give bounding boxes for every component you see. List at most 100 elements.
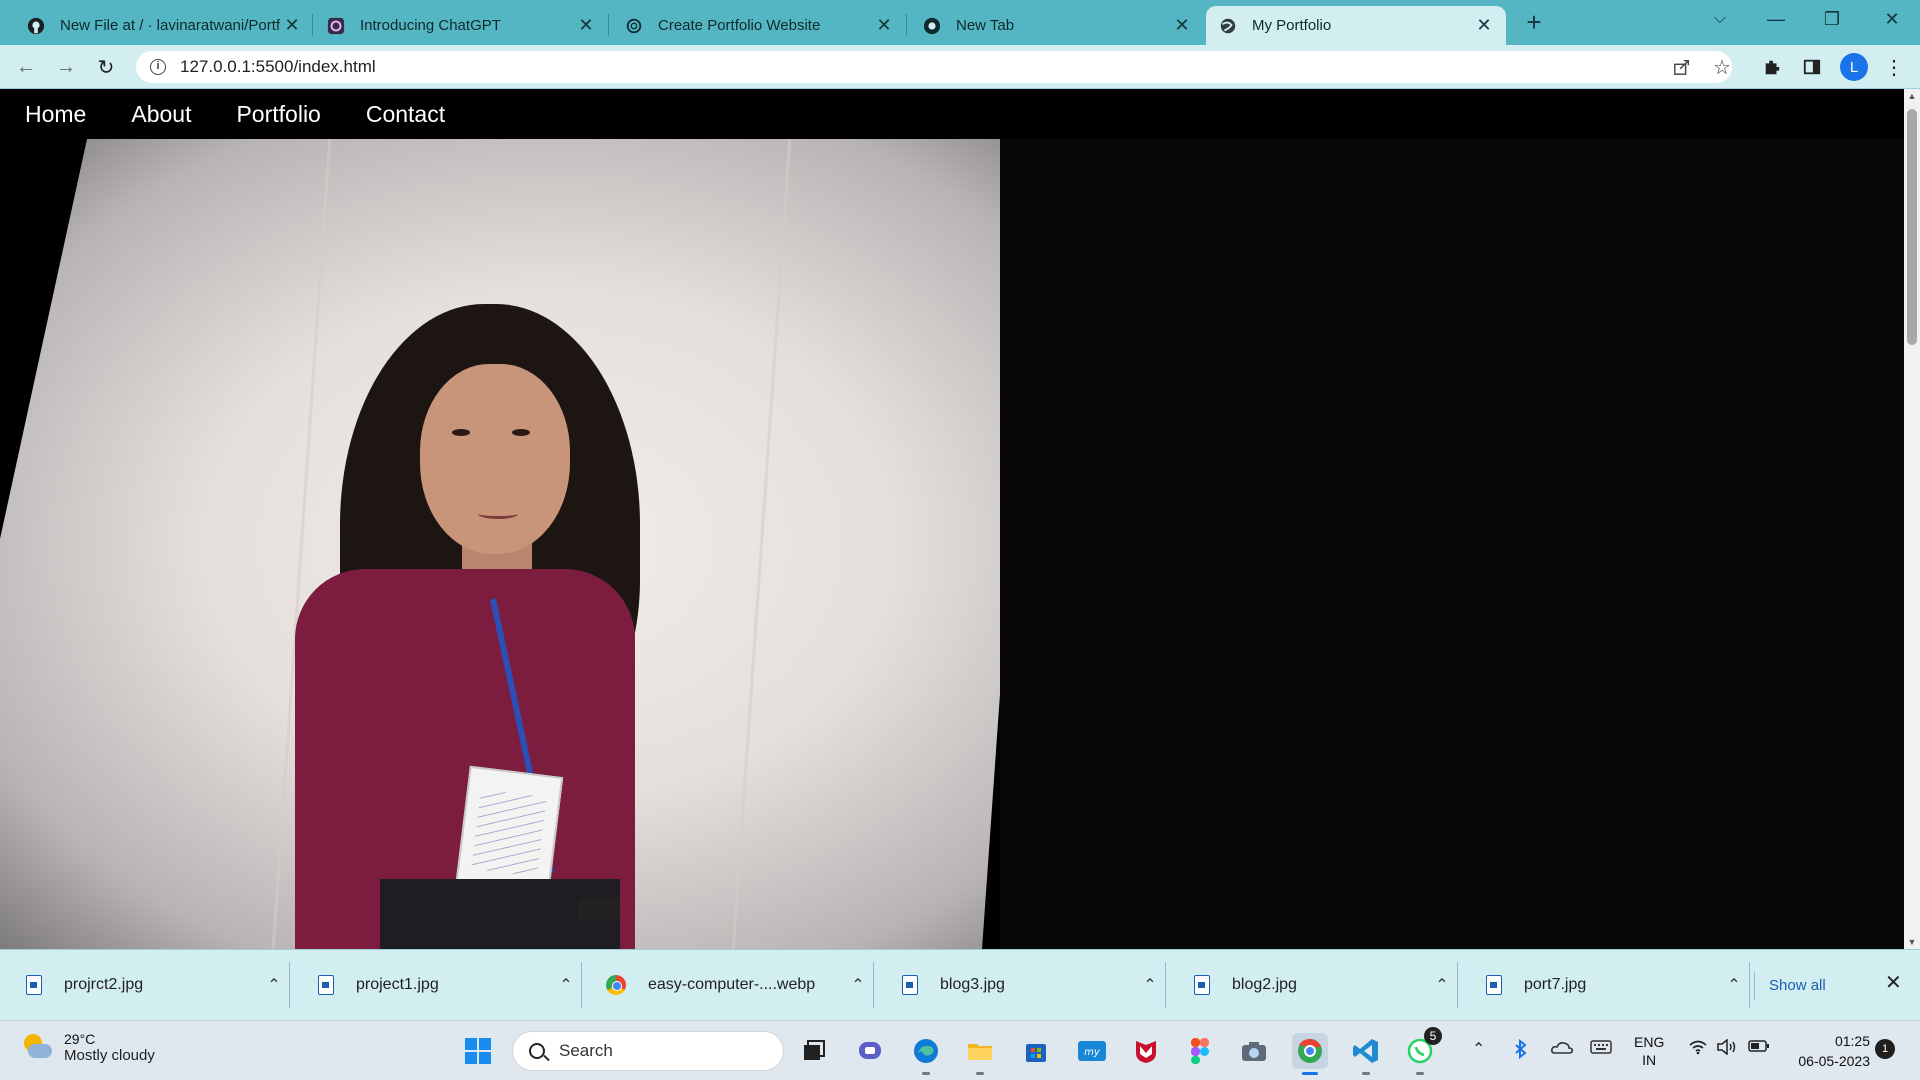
bluetooth-icon[interactable] (1514, 1038, 1528, 1064)
photo-eye (452, 429, 470, 436)
back-button[interactable]: ← (12, 53, 40, 81)
photo-face (420, 364, 570, 554)
photo-eye (512, 429, 530, 436)
nav-link-portfolio[interactable]: Portfolio (236, 101, 320, 128)
scroll-up-arrow-icon[interactable]: ▲ (1904, 91, 1920, 101)
image-file-icon (26, 975, 42, 995)
download-item[interactable]: easy-computer-....webp ⌃ (584, 962, 874, 1008)
chevron-up-icon[interactable]: ⌃ (1719, 975, 1749, 995)
download-item[interactable]: port7.jpg ⌃ (1460, 962, 1750, 1008)
tab-divider (906, 14, 907, 36)
restore-button[interactable]: ❐ (1804, 0, 1860, 40)
tab-create-portfolio[interactable]: Create Portfolio Website ✕ (612, 6, 906, 45)
hero-profile-photo (0, 139, 1000, 949)
download-item[interactable]: projrct2.jpg ⌃ (0, 962, 290, 1008)
camera-icon[interactable] (1236, 1033, 1272, 1069)
tab-chatgpt[interactable]: Introducing ChatGPT ✕ (314, 6, 608, 45)
partly-cloudy-icon (20, 1032, 52, 1064)
windows-start-icon[interactable] (460, 1033, 496, 1069)
onedrive-cloud-icon[interactable] (1550, 1039, 1574, 1060)
menu-kebab-icon[interactable]: ⋮ (1880, 53, 1908, 81)
running-indicator (1302, 1072, 1318, 1075)
chevron-up-icon[interactable]: ⌃ (259, 975, 289, 995)
photo-mouth (478, 509, 518, 519)
myhp-icon[interactable]: my (1074, 1033, 1110, 1069)
download-item[interactable]: blog2.jpg ⌃ (1168, 962, 1458, 1008)
share-icon[interactable] (1668, 53, 1696, 81)
download-item[interactable]: blog3.jpg ⌃ (876, 962, 1166, 1008)
running-indicator (1362, 1072, 1370, 1075)
mcafee-icon[interactable] (1128, 1033, 1164, 1069)
close-tab-icon[interactable]: ✕ (874, 15, 894, 36)
tab-github[interactable]: New File at / · lavinaratwani/Portf ✕ (14, 6, 314, 45)
chevron-up-icon[interactable]: ⌃ (843, 975, 873, 995)
nav-link-home[interactable]: Home (25, 101, 86, 128)
language-indicator[interactable]: ENG IN (1634, 1033, 1664, 1069)
reload-button[interactable]: ↻ (92, 53, 120, 81)
address-bar[interactable]: i 127.0.0.1:5500/index.html (136, 51, 1732, 83)
whatsapp-icon[interactable]: 5 (1402, 1027, 1442, 1075)
search-icon (529, 1043, 545, 1059)
system-clock[interactable]: 01:25 06-05-2023 (1788, 1031, 1870, 1071)
browser-toolbar: ← → ↻ i 127.0.0.1:5500/index.html ☆ L ⋮ (0, 45, 1920, 89)
tab-my-portfolio[interactable]: My Portfolio ✕ (1206, 6, 1506, 45)
wifi-icon[interactable] (1688, 1039, 1708, 1060)
github-icon (26, 16, 46, 36)
chrome-taskbar-icon[interactable] (1292, 1033, 1328, 1075)
keyboard-icon[interactable] (1590, 1039, 1612, 1060)
chrome-icon (922, 16, 942, 36)
whatsapp-unread-badge: 5 (1424, 1027, 1442, 1045)
running-indicator (1416, 1072, 1424, 1075)
volume-icon[interactable] (1716, 1038, 1738, 1060)
page-viewport: Home About Portfolio Contact (0, 89, 1904, 949)
weather-widget[interactable]: 29°C Mostly cloudy (20, 1031, 155, 1064)
show-hidden-icons-chevron-icon[interactable]: ⌃ (1472, 1039, 1485, 1059)
tab-divider (312, 14, 313, 36)
battery-icon[interactable] (1748, 1039, 1770, 1058)
openai-icon (624, 16, 644, 36)
chevron-up-icon[interactable]: ⌃ (1427, 975, 1457, 995)
close-tab-icon[interactable]: ✕ (576, 15, 596, 36)
figma-icon[interactable] (1182, 1033, 1218, 1069)
bookmark-star-icon[interactable]: ☆ (1708, 53, 1736, 81)
site-info-icon[interactable]: i (150, 59, 166, 75)
url-text[interactable]: 127.0.0.1:5500/index.html (180, 57, 376, 77)
site-navbar: Home About Portfolio Contact (0, 89, 1904, 139)
forward-button[interactable]: → (52, 53, 80, 81)
nav-link-about[interactable]: About (131, 101, 191, 128)
new-tab-button[interactable]: + (1520, 8, 1548, 36)
microsoft-store-icon[interactable] (1018, 1033, 1054, 1069)
close-tab-icon[interactable]: ✕ (1172, 15, 1192, 36)
teams-chat-icon[interactable] (852, 1033, 888, 1069)
download-item[interactable]: project1.jpg ⌃ (292, 962, 582, 1008)
chatgpt-icon (326, 16, 346, 36)
scroll-down-arrow-icon[interactable]: ▼ (1904, 937, 1920, 947)
show-all-downloads-button[interactable]: Show all (1754, 972, 1840, 1000)
notification-count-badge[interactable]: 1 (1875, 1039, 1895, 1059)
taskbar-search-box[interactable]: Search (512, 1031, 784, 1071)
extensions-icon[interactable] (1758, 53, 1786, 81)
close-window-button[interactable]: ✕ (1864, 0, 1920, 40)
page-scrollbar[interactable]: ▲ ▼ (1904, 89, 1920, 949)
file-explorer-icon[interactable] (962, 1033, 998, 1075)
globe-icon (1218, 16, 1238, 36)
task-view-icon[interactable] (796, 1033, 832, 1069)
tab-search-chevron-icon[interactable]: ⌵ (1692, 0, 1748, 40)
close-downloads-bar-icon[interactable]: ✕ (1885, 970, 1902, 995)
edge-browser-icon[interactable] (908, 1033, 944, 1075)
nav-link-contact[interactable]: Contact (366, 101, 445, 128)
close-tab-icon[interactable]: ✕ (1474, 15, 1494, 36)
vscode-icon[interactable] (1348, 1033, 1384, 1075)
chevron-up-icon[interactable]: ⌃ (551, 975, 581, 995)
photo-wall-line (731, 139, 792, 949)
side-panel-icon[interactable] (1798, 53, 1826, 81)
close-tab-icon[interactable]: ✕ (282, 15, 302, 36)
photo-id-card-scribble (471, 789, 547, 877)
tab-new-tab[interactable]: New Tab ✕ (910, 6, 1204, 45)
minimize-button[interactable]: — (1748, 0, 1804, 40)
scrollbar-thumb[interactable] (1907, 109, 1917, 345)
image-file-icon (1486, 975, 1502, 995)
running-indicator (976, 1072, 984, 1075)
profile-avatar[interactable]: L (1840, 53, 1868, 81)
chevron-up-icon[interactable]: ⌃ (1135, 975, 1165, 995)
